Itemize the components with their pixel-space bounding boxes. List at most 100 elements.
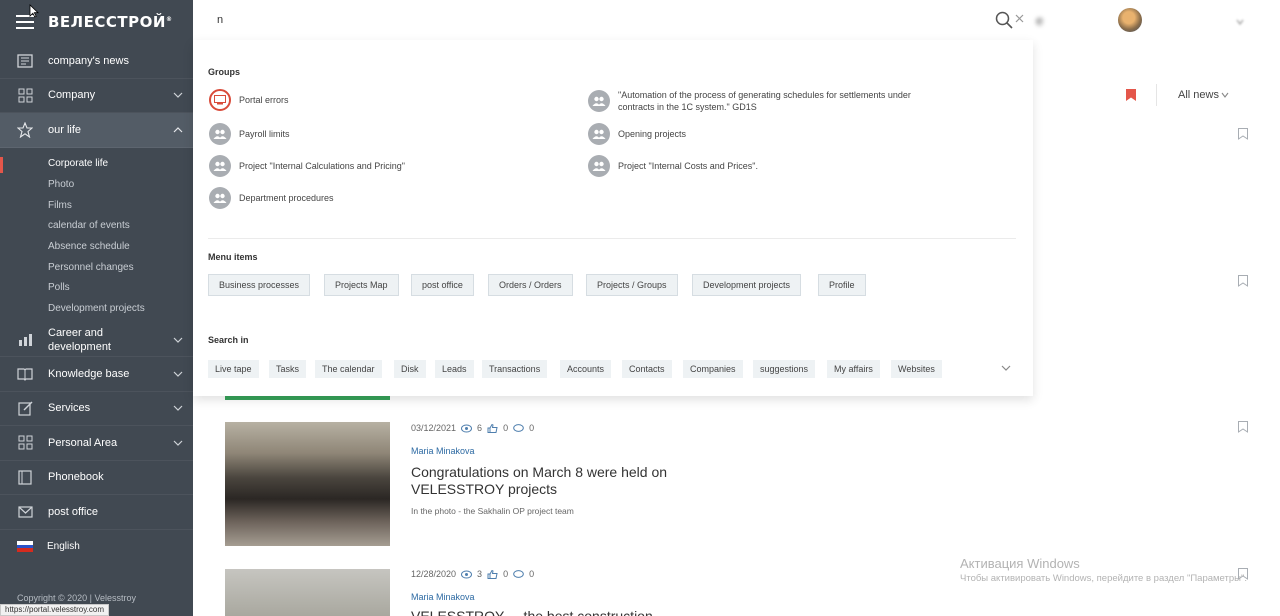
group-result-opening-projects[interactable]: Opening projects: [588, 123, 686, 145]
chevron-up-icon[interactable]: [173, 125, 183, 135]
group-icon: [588, 123, 610, 145]
menu-items-section-title: Menu items: [208, 252, 258, 262]
group-icon: [209, 123, 231, 145]
search-results-dropdown: Groups Portal errors Payroll limits Proj…: [193, 40, 1033, 396]
menu-chip-development-projects[interactable]: Development projects: [692, 274, 802, 296]
post-image[interactable]: [225, 569, 390, 616]
our-life-submenu: Corporate life Photo Films calendar of e…: [0, 147, 193, 323]
menu-chip-profile[interactable]: Profile: [818, 274, 866, 296]
submenu-item-corporate-life[interactable]: Corporate life: [0, 154, 193, 175]
submenu-item-absence-schedule[interactable]: Absence schedule: [0, 236, 193, 257]
menu-chip-projects-map[interactable]: Projects Map: [324, 274, 399, 296]
submenu-item-polls[interactable]: Polls: [0, 278, 193, 299]
chevron-down-icon[interactable]: [173, 335, 183, 345]
chart-icon: [17, 332, 33, 348]
search-scope-my-affairs[interactable]: My affairs: [827, 360, 880, 378]
grid-icon: [17, 87, 33, 103]
post-image[interactable]: [225, 422, 390, 546]
search-scope-companies[interactable]: Companies: [683, 360, 743, 378]
sidebar-item-label: Company: [48, 89, 96, 102]
sidebar-item-company-news[interactable]: company's news: [0, 44, 193, 79]
close-icon[interactable]: [1015, 14, 1024, 23]
bookmark-icon[interactable]: [1238, 421, 1248, 433]
russia-flag-icon: [17, 541, 33, 553]
star-icon: [17, 121, 33, 138]
search-scope-suggestions[interactable]: suggestions: [753, 360, 816, 378]
company-logo[interactable]: ВЕЛЕССТРОЙ®: [48, 13, 172, 31]
comment-icon[interactable]: [513, 423, 524, 433]
active-indicator: [0, 156, 3, 173]
comment-icon[interactable]: [513, 569, 524, 579]
search-input[interactable]: n: [217, 14, 223, 26]
post-title[interactable]: VELESSTROY ... the best construction: [411, 608, 653, 616]
search-scope-calendar[interactable]: The calendar: [315, 360, 382, 378]
submenu-item-calendar[interactable]: calendar of events: [0, 216, 193, 237]
group-result-payroll-limits[interactable]: Payroll limits: [209, 123, 290, 145]
avatar[interactable]: [1118, 8, 1142, 32]
sidebar-item-services[interactable]: Services: [0, 392, 193, 426]
bookmark-filled-icon[interactable]: [1126, 89, 1136, 101]
menu-chip-orders[interactable]: Orders / Orders: [488, 274, 573, 296]
bookmark-icon[interactable]: [1238, 275, 1248, 287]
sidebar-item-our-life[interactable]: our life: [0, 113, 193, 148]
post-date: 12/28/2020: [411, 569, 457, 579]
submenu-item-photo[interactable]: Photo: [0, 174, 193, 195]
menu-chip-post-office[interactable]: post office: [411, 274, 474, 296]
post-author[interactable]: Maria Minakova: [411, 592, 475, 602]
groups-section-title: Groups: [208, 67, 241, 77]
menu-chip-business-processes[interactable]: Business processes: [208, 274, 311, 296]
search-scope-leads[interactable]: Leads: [435, 360, 474, 378]
chevron-down-icon[interactable]: [173, 403, 183, 413]
search-scope-disk[interactable]: Disk: [394, 360, 426, 378]
mail-icon: [17, 504, 33, 520]
post-meta: 12/28/2020 3 0 0: [411, 569, 534, 579]
menu-chip-projects-groups[interactable]: Projects / Groups: [586, 274, 678, 296]
all-news-filter[interactable]: All news: [1178, 89, 1219, 101]
post-title[interactable]: Congratulations on March 8 were held on …: [411, 464, 731, 498]
group-result-internal-costs[interactable]: Project "Internal Costs and Prices".: [588, 155, 758, 177]
group-icon: [209, 155, 231, 177]
comment-count: 0: [529, 423, 535, 433]
chevron-down-icon[interactable]: [173, 369, 183, 379]
post-author[interactable]: Maria Minakova: [411, 446, 475, 456]
chevron-down-icon[interactable]: [1236, 18, 1244, 26]
sidebar-item-personal-area[interactable]: Personal Area: [0, 426, 193, 461]
search-scope-websites[interactable]: Websites: [891, 360, 942, 378]
sidebar-item-career[interactable]: Career and development: [0, 323, 193, 357]
sidebar-item-post-office[interactable]: post office: [0, 495, 193, 530]
search-scope-transactions[interactable]: Transactions: [482, 360, 548, 378]
language-selector[interactable]: English: [0, 530, 193, 564]
search-icon[interactable]: [995, 11, 1013, 29]
sidebar-item-label: our life: [48, 123, 82, 136]
search-scope-tasks[interactable]: Tasks: [269, 360, 307, 378]
like-icon[interactable]: [487, 569, 498, 579]
windows-activation-subtitle: Чтобы активировать Windows, перейдите в …: [960, 573, 1247, 584]
chevron-down-icon[interactable]: [1001, 364, 1011, 372]
submenu-item-personnel-changes[interactable]: Personnel changes: [0, 257, 193, 278]
chevron-down-icon[interactable]: [173, 90, 183, 100]
group-result-department-procedures[interactable]: Department procedures: [209, 187, 334, 209]
comment-count: 0: [529, 569, 535, 579]
sidebar-item-knowledge-base[interactable]: Knowledge base: [0, 357, 193, 392]
bookmark-icon[interactable]: [1238, 128, 1248, 140]
group-result-automation[interactable]: "Automation of the process of generating…: [588, 89, 911, 113]
copyright: Copyright © 2020 | Velesstroy: [17, 593, 137, 603]
search-scope-live-tape[interactable]: Live tape: [208, 360, 259, 378]
sidebar-item-phonebook[interactable]: Phonebook: [0, 461, 193, 495]
submenu-item-development-projects[interactable]: Development projects: [0, 298, 193, 319]
submenu-item-films[interactable]: Films: [0, 195, 193, 216]
post-image-edge: [225, 396, 390, 400]
divider: [1156, 84, 1157, 106]
grid-icon: [17, 435, 33, 451]
search-scope-accounts[interactable]: Accounts: [560, 360, 612, 378]
group-result-portal-errors[interactable]: Portal errors: [209, 89, 289, 111]
section-divider: [208, 238, 1016, 239]
sidebar: ВЕЛЕССТРОЙ® company's news Company our l…: [0, 0, 193, 616]
chevron-down-icon[interactable]: [1221, 91, 1229, 99]
chevron-down-icon[interactable]: [173, 438, 183, 448]
eye-icon: [461, 570, 473, 578]
like-icon[interactable]: [487, 423, 498, 433]
search-scope-contacts[interactable]: Contacts: [622, 360, 672, 378]
group-result-internal-calculations[interactable]: Project "Internal Calculations and Prici…: [209, 155, 405, 177]
sidebar-item-company[interactable]: Company: [0, 79, 193, 113]
